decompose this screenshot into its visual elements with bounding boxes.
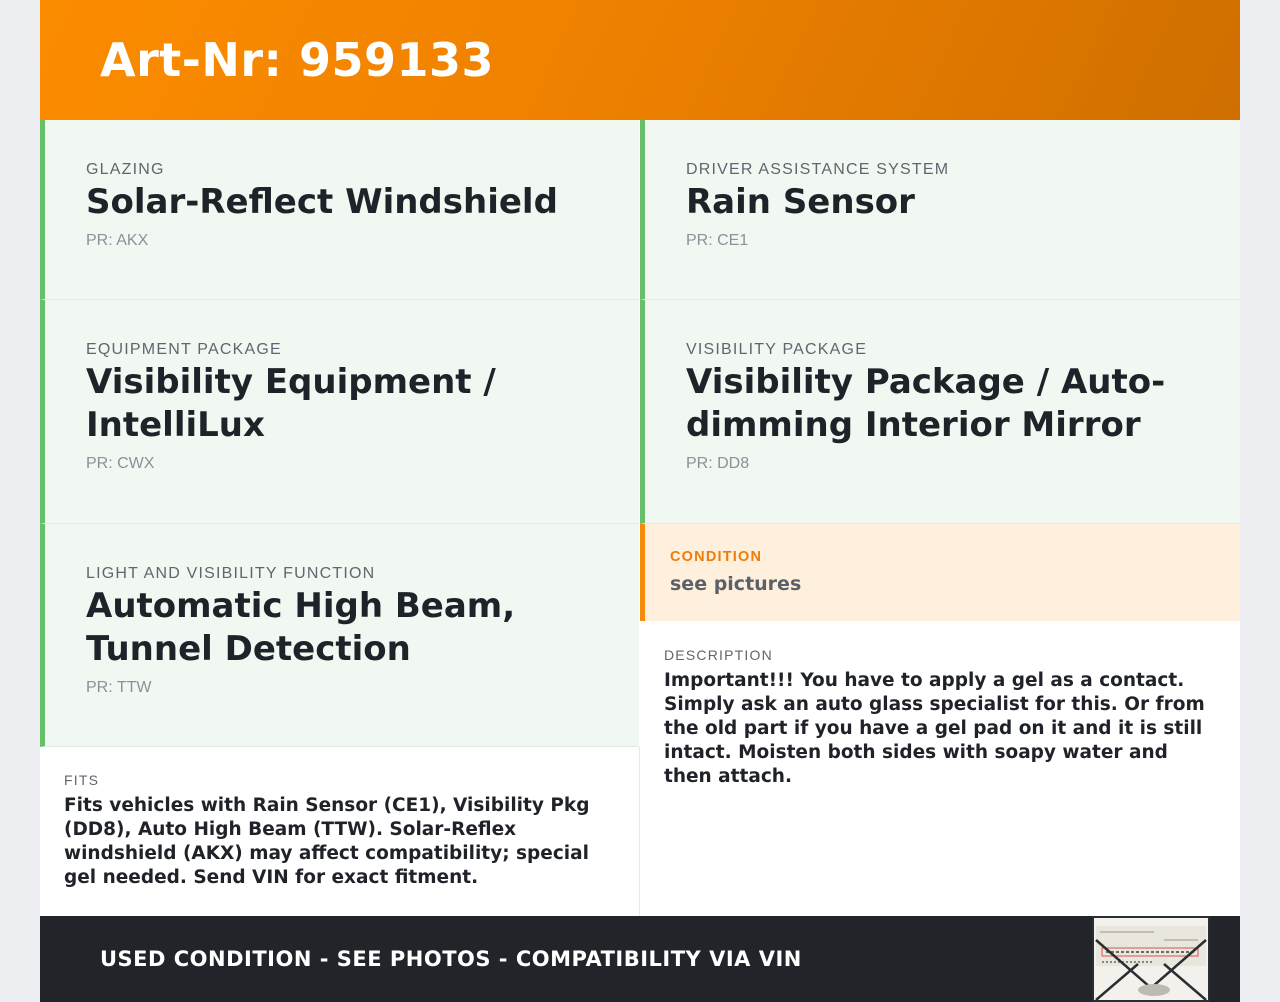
feature-category: VISIBILITY PACKAGE (686, 341, 868, 358)
feature-pr-code: PR: AKX (86, 232, 149, 249)
feature-name: Visibility Equipment / IntelliLux (86, 362, 496, 445)
description-section: DESCRIPTION Important!!! You have to app… (640, 647, 1240, 789)
feature-pr-code: PR: TTW (86, 679, 152, 696)
description-text: Important!!! You have to apply a gel as … (664, 670, 1205, 787)
feature-name: Visibility Package / Auto-dimming Interi… (686, 362, 1166, 445)
header-banner: Art-Nr: 959133 (40, 0, 1240, 120)
feature-name: Automatic High Beam, Tunnel Detection (86, 586, 516, 669)
feature-category: DRIVER ASSISTANCE SYSTEM (686, 161, 950, 178)
fits-text: Fits vehicles with Rain Sensor (CE1), Vi… (64, 795, 590, 888)
condition-value: see pictures (670, 573, 802, 595)
feature-grid: GLAZING Solar-Reflect Windshield PR: AKX… (40, 120, 1240, 916)
feature-pr-code: PR: CE1 (686, 232, 749, 249)
feature-card-visibility-package: VISIBILITY PACKAGE Visibility Package / … (640, 300, 1240, 524)
feature-name: Solar-Reflect Windshield (86, 182, 558, 222)
feature-category: LIGHT AND VISIBILITY FUNCTION (86, 565, 376, 582)
feature-name: Rain Sensor (686, 182, 915, 222)
feature-category: GLAZING (86, 161, 165, 178)
feature-category: EQUIPMENT PACKAGE (86, 341, 282, 358)
condition-label: CONDITION (670, 549, 763, 565)
feature-pr-code: PR: DD8 (686, 455, 750, 472)
feature-card-light-visibility: LIGHT AND VISIBILITY FUNCTION Automatic … (40, 524, 639, 747)
article-number-title: Art-Nr: 959133 (100, 33, 495, 87)
part-label-photo-thumbnail[interactable] (1092, 916, 1210, 1002)
fits-section: FITS Fits vehicles with Rain Sensor (CE1… (40, 772, 639, 890)
feature-card-driver-assistance: DRIVER ASSISTANCE SYSTEM Rain Sensor PR:… (640, 120, 1240, 300)
feature-pr-code: PR: CWX (86, 455, 155, 472)
listing-sheet: Art-Nr: 959133 GLAZING Solar-Reflect Win… (40, 0, 1240, 1002)
feature-card-equipment-package: EQUIPMENT PACKAGE Visibility Equipment /… (40, 300, 639, 524)
footer-notice: USED CONDITION - SEE PHOTOS - COMPATIBIL… (100, 947, 802, 971)
description-label: DESCRIPTION (664, 647, 773, 663)
condition-box: CONDITION see pictures (640, 524, 1240, 621)
envelope-photo-icon (1094, 918, 1208, 1000)
fits-label: FITS (64, 772, 100, 788)
feature-card-glazing: GLAZING Solar-Reflect Windshield PR: AKX (40, 120, 639, 300)
footer-bar: USED CONDITION - SEE PHOTOS - COMPATIBIL… (40, 916, 1240, 1002)
